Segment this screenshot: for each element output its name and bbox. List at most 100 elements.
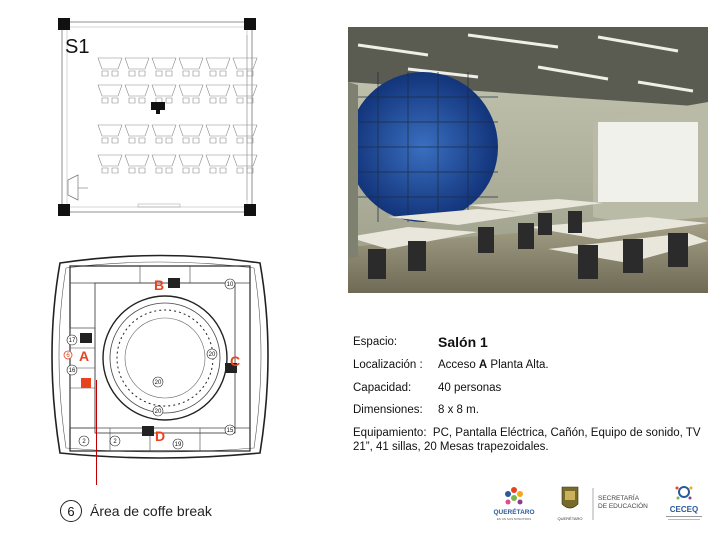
chair [182, 167, 190, 174]
trapezoidal-desk [232, 57, 258, 70]
room-number: 20 [155, 380, 162, 386]
access-marker-d: D [155, 428, 165, 444]
room-number: 19 [175, 442, 182, 448]
trapezoidal-desk [178, 57, 204, 70]
legend-number: 6 [60, 500, 82, 522]
chair [101, 70, 109, 77]
chair [138, 97, 146, 104]
chair [138, 70, 146, 77]
trapezoidal-desk [232, 84, 258, 97]
chair [101, 97, 109, 104]
chair [236, 167, 244, 174]
chair [182, 97, 190, 104]
chair [155, 167, 163, 174]
educacion-text: DE EDUCACIÓN [598, 501, 648, 510]
chair [138, 137, 146, 144]
chair [128, 70, 136, 77]
trapezoidal-desk [151, 84, 177, 97]
chair [155, 70, 163, 77]
equipment-label: Equipamiento: [353, 427, 427, 439]
trapezoidal-desk [97, 124, 123, 137]
trapezoidal-desk [151, 154, 177, 167]
chair [182, 137, 190, 144]
chair [192, 137, 200, 144]
chair [128, 167, 136, 174]
sponsor-logos: QUERÉTARO ES UN SUS NOSOTROS QUERÉTARO S… [493, 486, 702, 521]
room-number: 16 [69, 368, 76, 374]
trapezoidal-desk [124, 154, 150, 167]
chair [101, 137, 109, 144]
chair [209, 70, 217, 77]
secretaria-text: SECRETARÍA [598, 493, 640, 502]
chair [209, 167, 217, 174]
chair [192, 70, 200, 77]
trapezoidal-desk [205, 84, 231, 97]
chair [128, 97, 136, 104]
chair [236, 137, 244, 144]
chair [209, 97, 217, 104]
access-marker-c: C [230, 353, 240, 369]
queretaro-logo-subtext: ES UN SUS NOSOTROS [497, 517, 531, 521]
room-number: 20 [155, 409, 162, 415]
trapezoidal-desk [232, 154, 258, 167]
dimensions-value: 8 x 8 m. [438, 404, 479, 416]
chair [219, 70, 227, 77]
trapezoidal-desk [97, 154, 123, 167]
chair [165, 167, 173, 174]
room-number: 15 [227, 428, 234, 434]
chair [219, 137, 227, 144]
municipal-seal-text: QUERÉTARO [557, 516, 582, 521]
leader-line [96, 380, 97, 485]
chair [182, 70, 190, 77]
trapezoidal-desk [178, 154, 204, 167]
location-prefix: Acceso [438, 359, 479, 371]
legend-text: Área de coffe break [90, 503, 212, 519]
trapezoidal-desk [151, 124, 177, 137]
chair [165, 137, 173, 144]
chair [128, 137, 136, 144]
classroom-photo [348, 27, 708, 293]
chair [101, 167, 109, 174]
access-marker-b: B [154, 277, 164, 293]
location-access: A [478, 359, 488, 371]
room-number: 10 [227, 282, 234, 288]
chair [111, 137, 119, 144]
queretaro-logo-text: QUERÉTARO [493, 507, 534, 516]
trapezoidal-desk [124, 84, 150, 97]
room-label: S1 [65, 36, 90, 58]
capacity-label: Capacidad: [353, 382, 412, 394]
trapezoidal-desk [178, 84, 204, 97]
legend: 6 Área de coffe break [60, 500, 212, 522]
chair [192, 97, 200, 104]
chair [138, 167, 146, 174]
location-suffix: Planta Alta. [487, 359, 549, 371]
trapezoidal-desk [205, 57, 231, 70]
chair [111, 70, 119, 77]
chair [165, 70, 173, 77]
chair [165, 97, 173, 104]
municipal-seal-logo: QUERÉTARO [557, 486, 583, 521]
room-number: 17 [69, 338, 76, 344]
chair [209, 137, 217, 144]
chair [155, 137, 163, 144]
chair [236, 70, 244, 77]
trapezoidal-desk [97, 57, 123, 70]
trapezoidal-desk [124, 57, 150, 70]
space-value: Salón 1 [438, 334, 488, 350]
trapezoidal-desk [151, 57, 177, 70]
location-label: Localización : [353, 359, 423, 371]
chair [236, 97, 244, 104]
access-marker-a: A [79, 348, 89, 364]
trapezoidal-desk [178, 124, 204, 137]
chair [219, 97, 227, 104]
chair [219, 167, 227, 174]
trapezoidal-desk [205, 154, 231, 167]
ceceq-text: CECEQ [670, 505, 698, 514]
room-number: 20 [209, 352, 216, 358]
trapezoidal-desk [205, 124, 231, 137]
info-row-equipment: Equipamiento: PC, Pantalla Eléctrica, Ca… [353, 426, 708, 454]
trapezoidal-desk [124, 124, 150, 137]
ceceq-logo: CECEQ [666, 486, 702, 520]
location-value: Acceso A Planta Alta. [438, 359, 549, 371]
trapezoidal-desk [97, 84, 123, 97]
